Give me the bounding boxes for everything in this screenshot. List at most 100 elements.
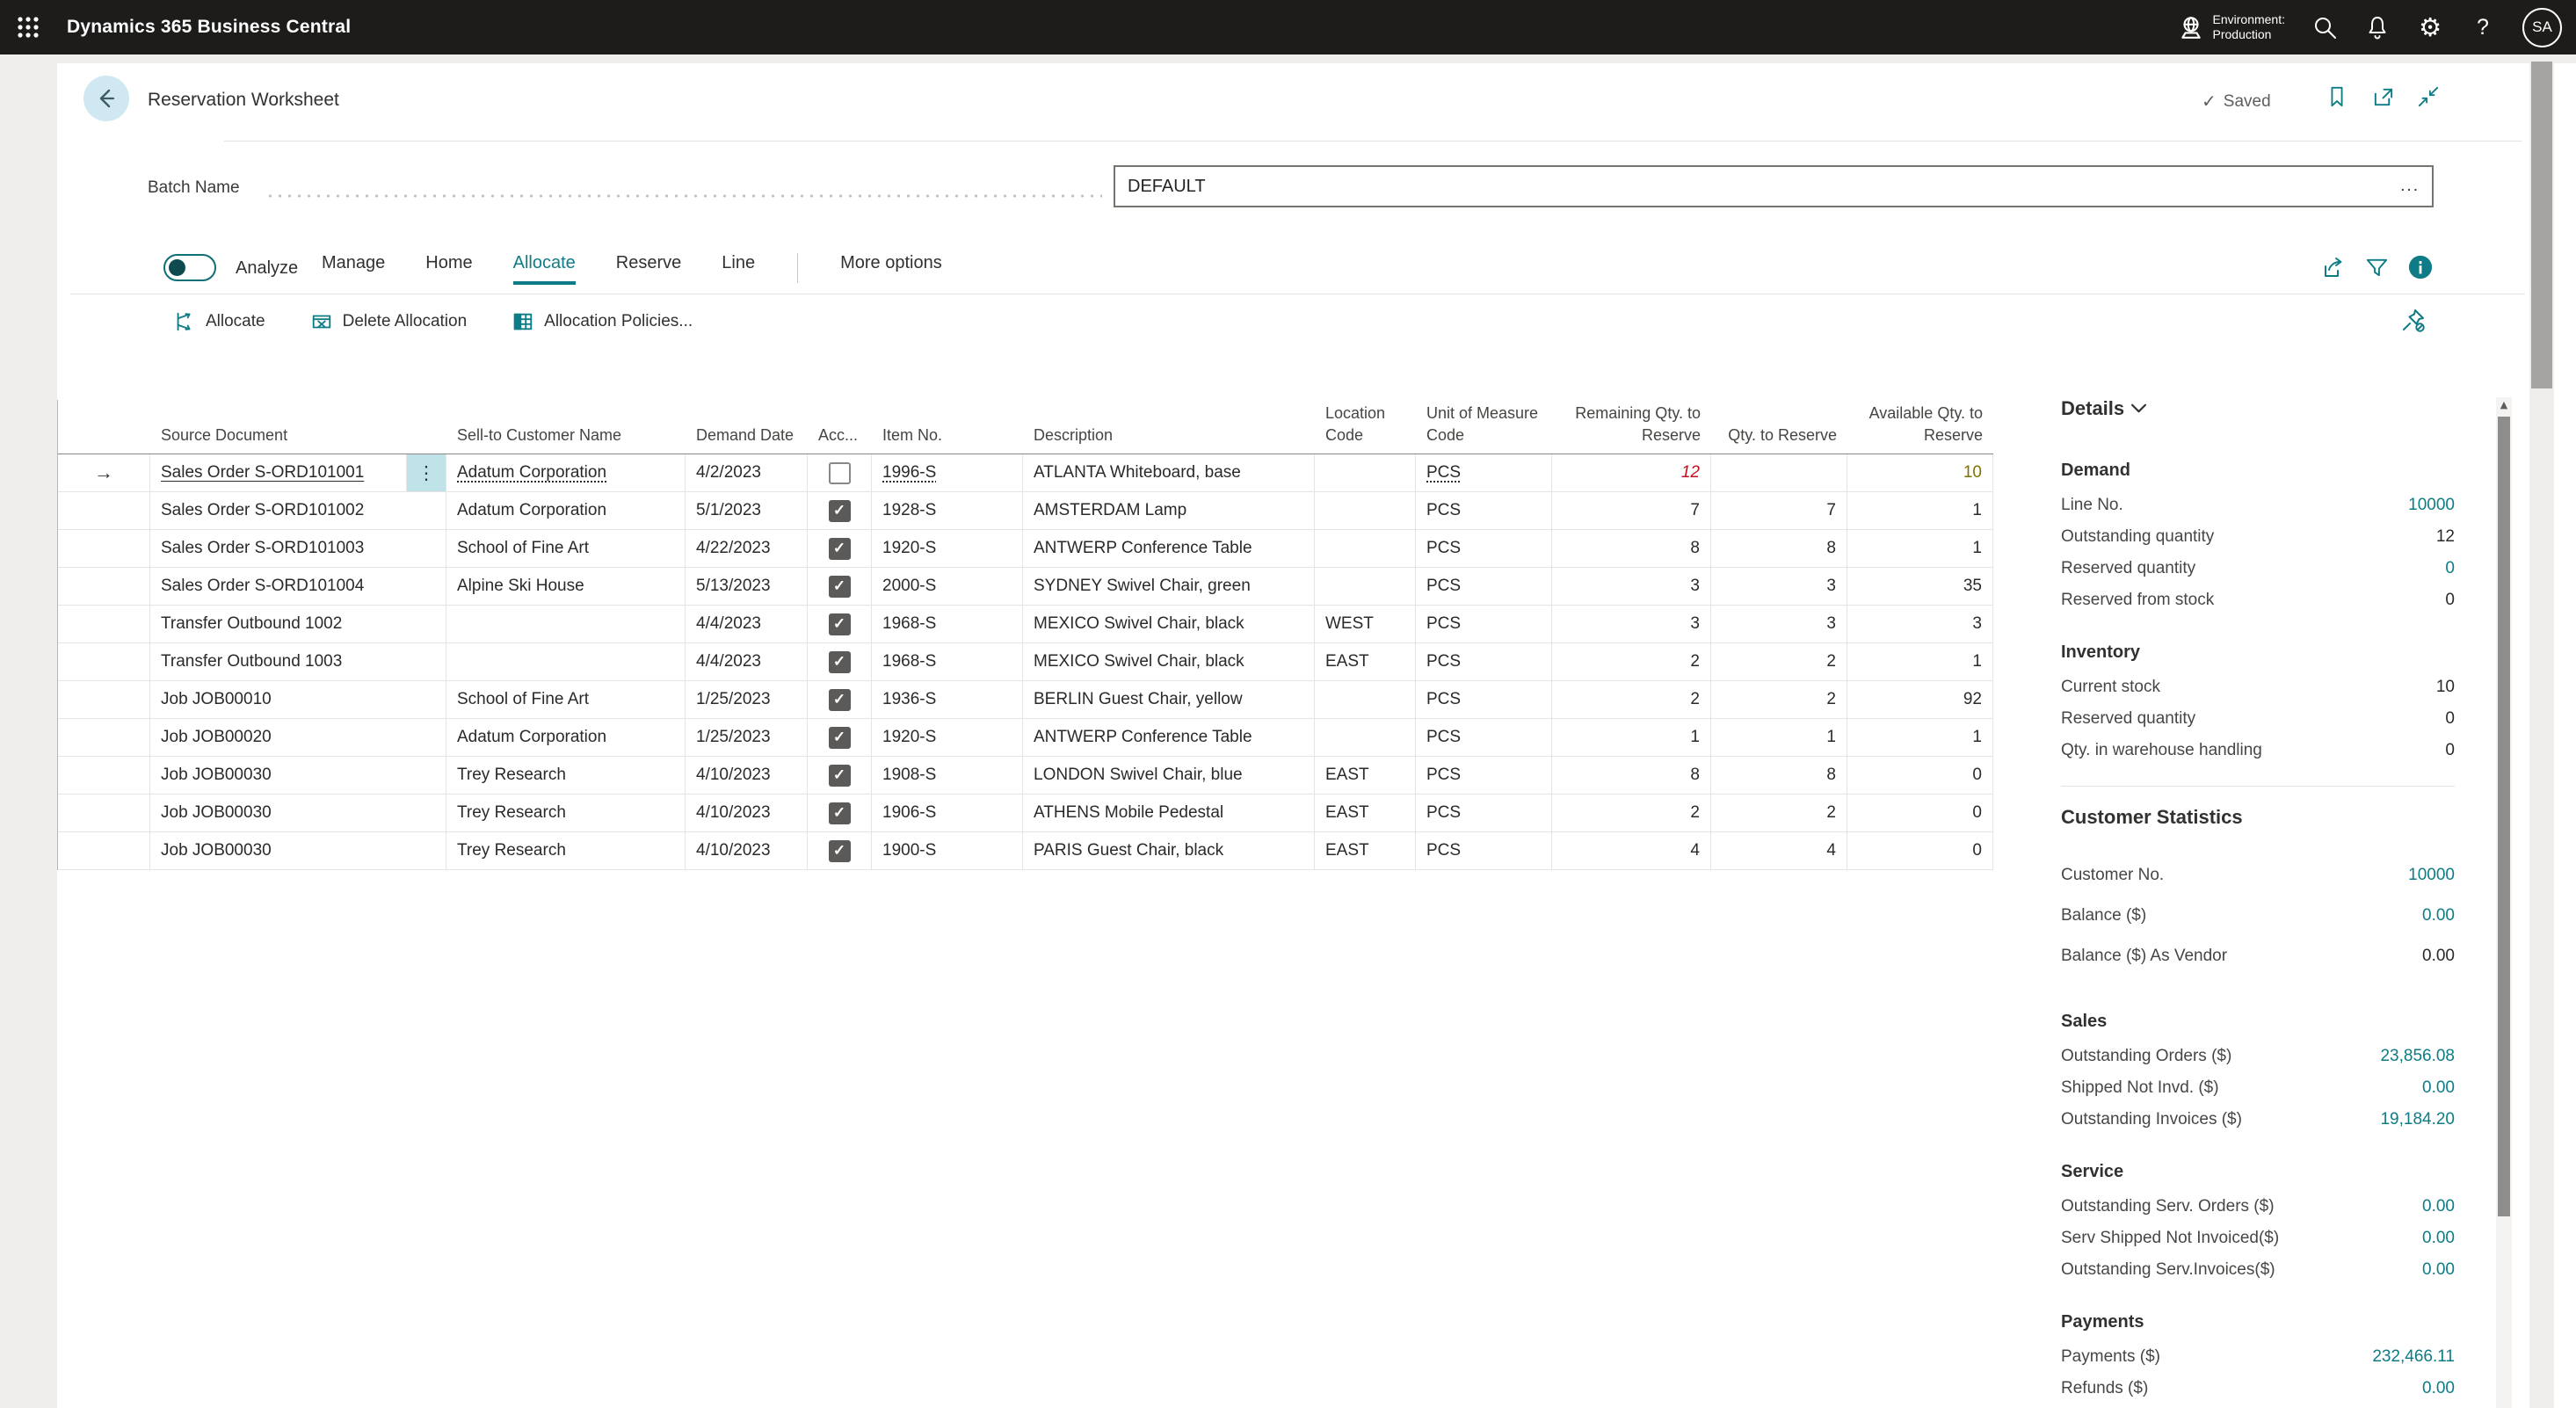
cell-date[interactable]: 4/2/2023	[686, 454, 808, 491]
cell-location[interactable]: WEST	[1315, 606, 1416, 642]
app-title[interactable]: Dynamics 365 Business Central	[67, 17, 351, 38]
cell-available[interactable]: 1	[1847, 530, 1993, 567]
cell-description[interactable]: MEXICO Swivel Chair, black	[1023, 606, 1315, 642]
accepted-checkbox[interactable]: ✓	[829, 651, 851, 673]
detail-value[interactable]: 19,184.20	[2380, 1110, 2455, 1129]
cell-date[interactable]: 1/25/2023	[686, 681, 808, 718]
row-selector[interactable]	[58, 492, 150, 529]
row-selector[interactable]: →	[58, 454, 150, 491]
column-header-available[interactable]: Available Qty. to Reserve	[1847, 403, 1993, 454]
cell-location[interactable]	[1315, 530, 1416, 567]
notifications-bell-icon[interactable]	[2364, 14, 2391, 40]
cell-accepted[interactable]: ✓	[808, 719, 872, 756]
action-allocation-policies[interactable]: Allocation Policies...	[511, 309, 693, 334]
cell-source[interactable]: Transfer Outbound 1003	[150, 643, 446, 680]
batch-assist-button[interactable]: ...	[2400, 177, 2432, 196]
collapse-icon[interactable]	[2416, 84, 2441, 109]
row-ellipsis-menu[interactable]: ⋮	[406, 454, 446, 491]
cell-item[interactable]: 1936-S	[872, 681, 1023, 718]
cell-accepted[interactable]: ✓	[808, 530, 872, 567]
cell-available[interactable]: 35	[1847, 568, 1993, 605]
cell-location[interactable]	[1315, 454, 1416, 491]
cell-customer[interactable]: School of Fine Art	[446, 681, 686, 718]
accepted-checkbox[interactable]: ✓	[829, 576, 851, 598]
cell-source[interactable]: Job JOB00020	[150, 719, 446, 756]
cell-accepted[interactable]	[808, 454, 872, 491]
detail-value[interactable]: 10000	[2408, 496, 2455, 515]
cell-qty[interactable]	[1711, 454, 1847, 491]
cell-remaining[interactable]: 8	[1552, 530, 1711, 567]
cell-remaining[interactable]: 4	[1552, 832, 1711, 869]
column-header-accepted[interactable]: Acc...	[808, 425, 872, 454]
cell-available[interactable]: 3	[1847, 606, 1993, 642]
cell-source[interactable]: Job JOB00030	[150, 757, 446, 794]
cell-available[interactable]: 0	[1847, 757, 1993, 794]
cell-accepted[interactable]: ✓	[808, 606, 872, 642]
cell-location[interactable]: EAST	[1315, 795, 1416, 831]
cell-uom[interactable]: PCS	[1416, 606, 1552, 642]
cell-uom[interactable]: PCS	[1416, 681, 1552, 718]
row-selector[interactable]	[58, 606, 150, 642]
accepted-checkbox[interactable]	[829, 462, 851, 484]
unpin-icon[interactable]	[2401, 308, 2426, 332]
accepted-checkbox[interactable]: ✓	[829, 727, 851, 749]
detail-value[interactable]: 0.00	[2422, 1260, 2455, 1280]
column-header-item[interactable]: Item No.	[872, 425, 1023, 454]
accepted-checkbox[interactable]: ✓	[829, 765, 851, 787]
help-icon[interactable]: ?	[2470, 14, 2496, 40]
column-header-customer[interactable]: Sell-to Customer Name	[446, 425, 686, 454]
detail-value[interactable]: 0.00	[2422, 1229, 2455, 1248]
cell-customer[interactable]	[446, 643, 686, 680]
cell-description[interactable]: PARIS Guest Chair, black	[1023, 832, 1315, 869]
settings-gear-icon[interactable]: ⚙	[2417, 14, 2443, 40]
cell-qty[interactable]: 1	[1711, 719, 1847, 756]
action-delete-allocation[interactable]: Delete Allocation	[309, 309, 468, 334]
cell-date[interactable]: 4/4/2023	[686, 643, 808, 680]
column-header-uom[interactable]: Unit of Measure Code	[1416, 403, 1552, 454]
batch-name-input[interactable]	[1115, 177, 2400, 197]
cell-location[interactable]: EAST	[1315, 643, 1416, 680]
cell-uom[interactable]: PCS	[1416, 719, 1552, 756]
cell-available[interactable]: 0	[1847, 832, 1993, 869]
cell-uom[interactable]: PCS	[1416, 568, 1552, 605]
cell-date[interactable]: 4/4/2023	[686, 606, 808, 642]
cell-location[interactable]	[1315, 492, 1416, 529]
bookmark-icon[interactable]	[2325, 84, 2349, 109]
user-avatar[interactable]: SA	[2522, 8, 2562, 47]
detail-value[interactable]: 0.00	[2422, 1379, 2455, 1398]
cell-date[interactable]: 5/1/2023	[686, 492, 808, 529]
app-launcher-waffle-icon[interactable]	[0, 0, 56, 54]
cell-location[interactable]	[1315, 719, 1416, 756]
accepted-checkbox[interactable]: ✓	[829, 802, 851, 824]
cell-source[interactable]: Sales Order S-ORD101002	[150, 492, 446, 529]
cell-customer[interactable]: School of Fine Art	[446, 530, 686, 567]
cell-remaining[interactable]: 1	[1552, 719, 1711, 756]
cell-uom[interactable]: PCS	[1416, 832, 1552, 869]
cell-accepted[interactable]: ✓	[808, 681, 872, 718]
cell-uom[interactable]: PCS	[1416, 492, 1552, 529]
cell-customer[interactable]: Adatum Corporation	[446, 719, 686, 756]
tab-home[interactable]: Home	[425, 253, 472, 281]
cell-description[interactable]: MEXICO Swivel Chair, black	[1023, 643, 1315, 680]
detail-value[interactable]: 0	[2445, 559, 2455, 578]
cell-date[interactable]: 4/10/2023	[686, 795, 808, 831]
cell-source[interactable]: Job JOB00030	[150, 795, 446, 831]
cell-uom[interactable]: PCS	[1416, 757, 1552, 794]
cell-remaining[interactable]: 3	[1552, 606, 1711, 642]
detail-value[interactable]: 23,856.08	[2380, 1047, 2455, 1066]
cell-uom[interactable]: PCS	[1416, 530, 1552, 567]
row-selector[interactable]	[58, 719, 150, 756]
cell-date[interactable]: 5/13/2023	[686, 568, 808, 605]
accepted-checkbox[interactable]: ✓	[829, 689, 851, 711]
row-selector[interactable]	[58, 757, 150, 794]
row-selector[interactable]	[58, 832, 150, 869]
tab-reserve[interactable]: Reserve	[616, 253, 681, 281]
details-pane-scrollbar[interactable]: ▲	[2496, 397, 2512, 1408]
cell-description[interactable]: LONDON Swivel Chair, blue	[1023, 757, 1315, 794]
cell-item[interactable]: 1968-S	[872, 606, 1023, 642]
accepted-checkbox[interactable]: ✓	[829, 538, 851, 560]
back-button[interactable]	[83, 76, 129, 121]
column-header-description[interactable]: Description	[1023, 425, 1315, 454]
cell-location[interactable]	[1315, 681, 1416, 718]
cell-qty[interactable]: 3	[1711, 606, 1847, 642]
